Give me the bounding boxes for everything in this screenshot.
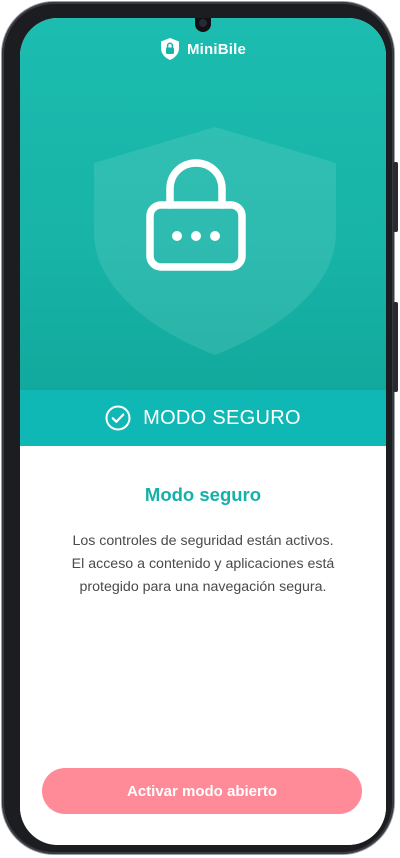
phone-frame: MiniBile MODO SEGURO Modo seguro Los con…: [2, 2, 398, 854]
description-line: El acceso a contenido y aplicaciones est…: [71, 556, 335, 572]
front-camera: [195, 18, 211, 32]
volume-button: [393, 162, 398, 232]
description: Los controles de seguridad están activos…: [40, 530, 366, 599]
power-button: [393, 302, 398, 392]
lock-icon: [146, 159, 246, 271]
content-section: Modo seguro Los controles de seguridad e…: [20, 446, 386, 845]
shield-lock-logo-icon: [160, 38, 179, 60]
activate-open-mode-button[interactable]: Activar modo abierto: [42, 768, 362, 814]
description-line: protegido para una navegación segura.: [79, 579, 327, 595]
page-title: Modo seguro: [144, 484, 262, 505]
app-name: MiniBile: [186, 40, 247, 58]
description-line: Los controles de seguridad están activos…: [72, 533, 334, 549]
check-circle-icon: [105, 405, 131, 431]
app-header: MiniBile: [20, 36, 386, 62]
hero-section: MiniBile: [20, 18, 386, 390]
banner-label: MODO SEGURO: [143, 406, 301, 429]
safe-mode-banner: MODO SEGURO: [20, 390, 386, 446]
screen: MiniBile MODO SEGURO Modo seguro Los con…: [20, 18, 386, 845]
